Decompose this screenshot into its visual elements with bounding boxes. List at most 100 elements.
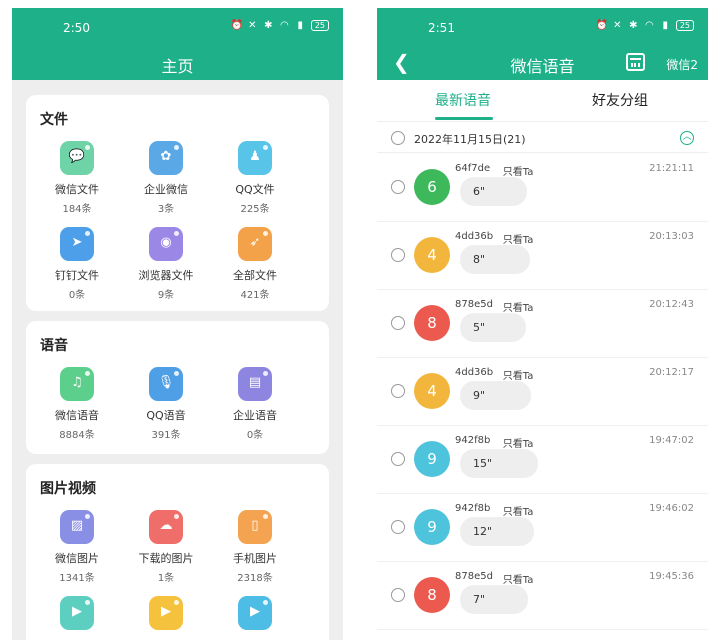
tile-phone-image[interactable]: ▯ 手机图片 2318条 [215, 510, 295, 584]
voice-message-row[interactable]: 9 942f8b 只看Ta 19:47:02 15" [377, 426, 708, 494]
tile-dingtalk[interactable]: ➤ 钉钉文件 0条 [37, 227, 117, 301]
sender-id: 4dd36b [455, 231, 494, 242]
tab-latest-voice[interactable]: 最新语音 [435, 90, 491, 110]
tile-count: 9条 [157, 290, 175, 301]
avatar: 9 [414, 441, 450, 477]
group-select-radio[interactable] [391, 131, 405, 145]
select-radio[interactable] [391, 588, 405, 602]
voice-bubble[interactable]: 12" [460, 517, 535, 546]
app-bar: 主页 [12, 46, 343, 80]
signal-icon: ▮ [297, 19, 304, 31]
battery-icon: 25 [310, 20, 329, 31]
all-files-icon: ➶ [238, 227, 272, 261]
only-view-ta-link[interactable]: 只看Ta [503, 367, 534, 382]
tab-friend-groups[interactable]: 好友分组 [592, 90, 648, 110]
only-view-ta-link[interactable]: 只看Ta [503, 503, 534, 518]
tile-wechat-video[interactable]: ▶ [37, 596, 117, 636]
tile-all-files[interactable]: ➶ 全部文件 421条 [215, 227, 295, 301]
mute-icon: ✕ [248, 19, 257, 31]
date-group-header[interactable]: 2022年11月15日(21) ︿ [377, 123, 708, 153]
tile-wecom-voice[interactable]: ▤ 企业语音 0条 [215, 367, 295, 441]
tile-count: 1条 [157, 573, 175, 584]
only-view-ta-link[interactable]: 只看Ta [503, 571, 534, 586]
tile-label: 微信语音 [55, 409, 99, 422]
tile-label: QQ语音 [146, 409, 186, 422]
tile-wecom[interactable]: ✿ 企业微信 3条 [126, 141, 206, 215]
message-time: 20:12:17 [649, 367, 694, 378]
icon-glyph: ☁ [159, 518, 173, 533]
tile-count: 0条 [68, 290, 86, 301]
tile-download-cloud[interactable]: ☁ 下载的图片 1条 [126, 510, 206, 584]
icon-glyph: ♫ [71, 375, 83, 390]
only-view-ta-link[interactable]: 只看Ta [503, 231, 534, 246]
icon-glyph: ▶ [72, 604, 82, 619]
select-radio[interactable] [391, 316, 405, 330]
wifi-icon: ◠ [644, 19, 654, 31]
tile-qq[interactable]: ♟ QQ文件 225条 [215, 141, 295, 215]
voice-message-row[interactable]: 4 4dd36b 只看Ta 20:13:03 8" [377, 222, 708, 290]
voice-bubble[interactable]: 8" [460, 245, 530, 274]
calendar-icon[interactable] [626, 53, 645, 71]
voice-bubble[interactable]: 5" [460, 313, 526, 342]
tile-image[interactable]: ▨ 微信图片 1341条 [37, 510, 117, 584]
select-radio[interactable] [391, 180, 405, 194]
tile-phone-video[interactable]: ▶ [215, 596, 295, 636]
select-radio[interactable] [391, 248, 405, 262]
icon-glyph: 🎙 [157, 375, 175, 390]
voice-bubble[interactable]: 7" [460, 585, 529, 614]
voice-bubble[interactable]: 15" [460, 449, 538, 478]
tile-wechat-chat[interactable]: 💬 微信文件 184条 [37, 141, 117, 215]
tab-indicator [435, 117, 493, 120]
only-view-ta-link[interactable]: 只看Ta [503, 299, 534, 314]
icon-glyph: ♟ [249, 149, 261, 164]
select-radio[interactable] [391, 520, 405, 534]
message-time: 20:12:43 [649, 299, 694, 310]
status-time: 2:51 [428, 21, 455, 35]
select-radio[interactable] [391, 384, 405, 398]
microphone-icon: 🎙 [149, 367, 183, 401]
qq-icon: ♟ [238, 141, 272, 175]
battery-icon: 25 [675, 20, 694, 31]
icon-glyph: ▶ [161, 604, 171, 619]
section-title: 语音 [40, 338, 68, 354]
tile-browser-globe[interactable]: ◉ 浏览器文件 9条 [126, 227, 206, 301]
date-group-label: 2022年11月15日(21) [414, 133, 526, 146]
tile-count: 3条 [157, 204, 175, 215]
wecom-voice-icon: ▤ [238, 367, 272, 401]
account-switch-label[interactable]: 微信2 [666, 56, 698, 73]
message-time: 20:13:03 [649, 231, 694, 242]
voice-message-row[interactable]: 4 4dd36b 只看Ta 20:12:17 9" [377, 358, 708, 426]
only-view-ta-link[interactable]: 只看Ta [503, 163, 534, 178]
only-view-ta-link[interactable]: 只看Ta [503, 435, 534, 450]
sender-id: 942f8b [455, 435, 491, 446]
alarm-icon: ⏰ [230, 19, 244, 31]
wechat-video-icon: ▶ [60, 596, 94, 630]
section-voice: 语音 ♫ 微信语音 8884条 🎙 QQ语音 391条 ▤ 企业语音 0条 [26, 321, 329, 454]
download-cloud-icon: ☁ [149, 510, 183, 544]
chevron-up-icon[interactable]: ︿ [680, 131, 694, 145]
sender-id: 942f8b [455, 503, 491, 514]
sender-id: 878e5d [455, 571, 493, 582]
sender-id: 878e5d [455, 299, 493, 310]
icon-glyph: ➤ [71, 235, 83, 250]
tile-music-note[interactable]: ♫ 微信语音 8884条 [37, 367, 117, 441]
page-title: 微信语音 [510, 57, 575, 76]
tile-microphone[interactable]: 🎙 QQ语音 391条 [126, 367, 206, 441]
tile-label: QQ文件 [235, 183, 275, 196]
voice-bubble[interactable]: 6" [460, 177, 528, 206]
icon-glyph: ◉ [160, 235, 172, 250]
tile-downloaded-video[interactable]: ▶ [126, 596, 206, 636]
tile-label: 微信文件 [55, 183, 99, 196]
voice-bubble[interactable]: 9" [460, 381, 531, 410]
wecom-icon: ✿ [149, 141, 183, 175]
avatar: 8 [414, 577, 450, 613]
tile-count: 2318条 [237, 573, 273, 584]
signal-icon: ▮ [662, 19, 669, 31]
voice-message-row[interactable]: 9 942f8b 只看Ta 19:46:02 12" [377, 494, 708, 562]
voice-message-row[interactable]: 6 64f7de 只看Ta 21:21:11 6" [377, 154, 708, 222]
voice-message-row[interactable]: 8 878e5d 只看Ta 20:12:43 5" [377, 290, 708, 358]
select-radio[interactable] [391, 452, 405, 466]
dingtalk-icon: ➤ [60, 227, 94, 261]
tile-label: 全部文件 [233, 269, 277, 282]
voice-message-row[interactable]: 8 878e5d 只看Ta 19:45:36 7" [377, 562, 708, 630]
